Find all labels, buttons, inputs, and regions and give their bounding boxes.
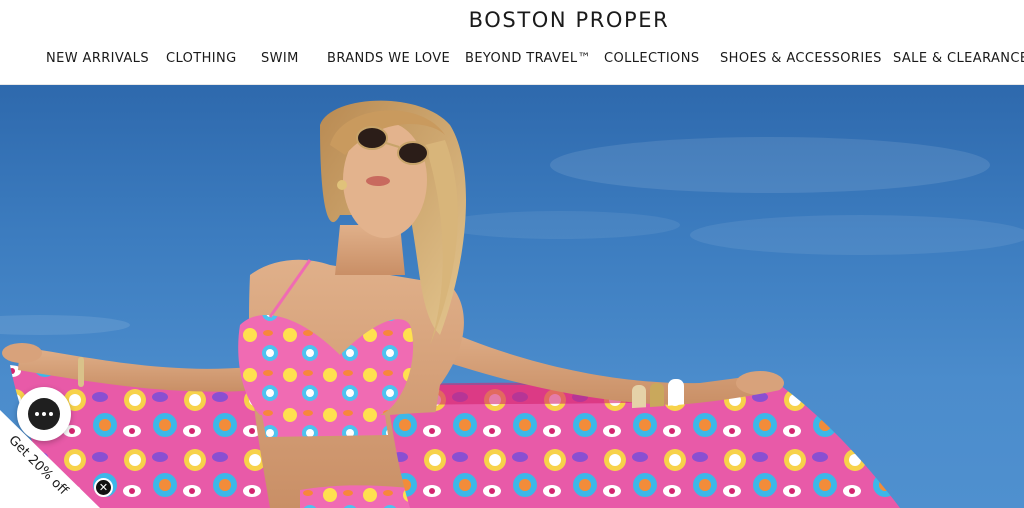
site-header: BOSTON PROPER NEW ARRIVALS CLOTHING SWIM… [0,0,1024,85]
nav-item-shoes-accessories[interactable]: SHOES & ACCESSORIES [720,51,882,66]
promo-corner[interactable]: Get 20% off [0,410,100,508]
main-nav: NEW ARRIVALS CLOTHING SWIM BRANDS WE LOV… [0,51,1024,71]
hero-image [0,100,1024,508]
nav-item-beyond-travel[interactable]: BEYOND TRAVEL™ [465,51,591,66]
hero-banner[interactable] [0,85,1024,508]
page: BOSTON PROPER NEW ARRIVALS CLOTHING SWIM… [0,0,1024,508]
nav-item-new-arrivals[interactable]: NEW ARRIVALS [46,51,149,66]
nav-item-sale-clearance[interactable]: SALE & CLEARANCE [893,51,1024,66]
promo-background [0,410,100,508]
nav-item-clothing[interactable]: CLOTHING [166,51,237,66]
nav-item-brands-we-love[interactable]: BRANDS WE LOVE [327,51,450,66]
close-icon[interactable]: ✕ [94,478,113,497]
nav-item-collections[interactable]: COLLECTIONS [604,51,699,66]
nav-item-swim[interactable]: SWIM [261,51,299,66]
brand-logo[interactable]: BOSTON PROPER [0,8,1024,32]
